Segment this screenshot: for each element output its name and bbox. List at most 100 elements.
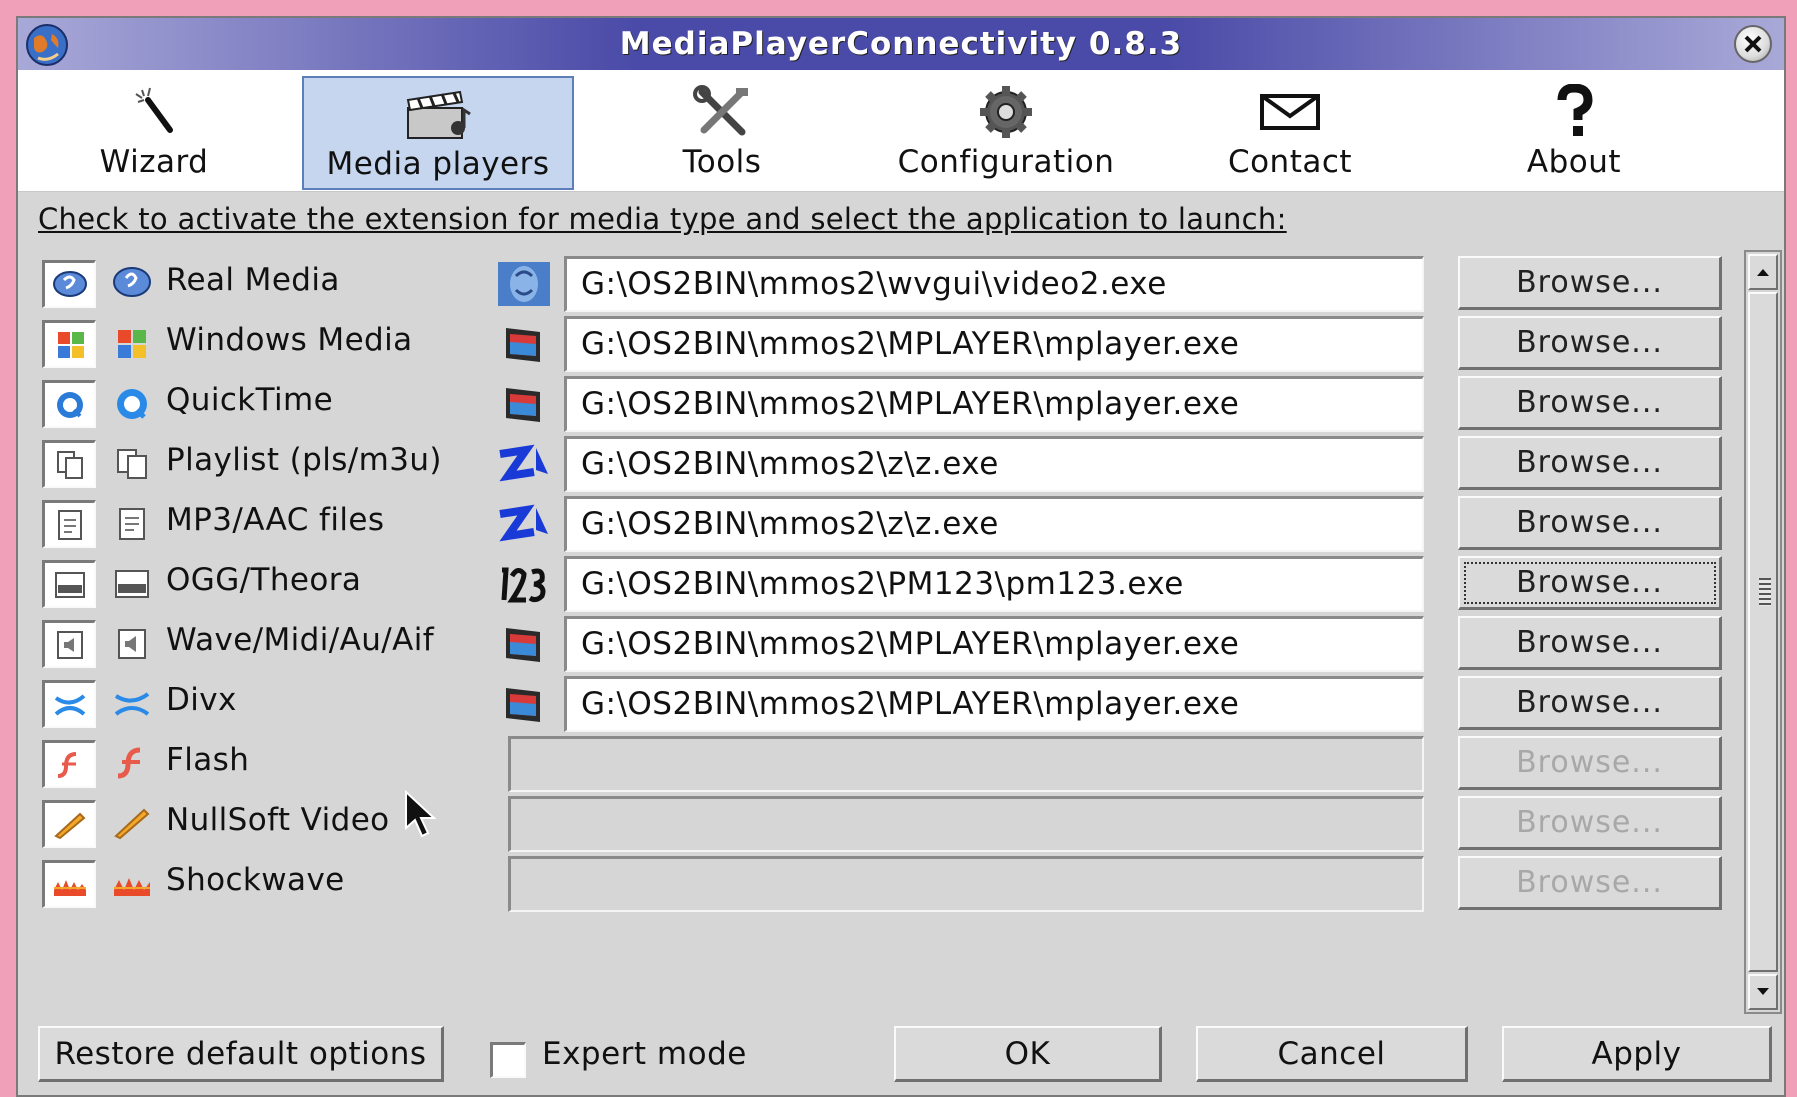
- divx-icon: [114, 692, 150, 716]
- gear-icon: [980, 86, 1032, 138]
- vertical-scrollbar[interactable]: [1744, 250, 1782, 1014]
- browse-button[interactable]: Browse...: [1458, 736, 1722, 790]
- tools-icon: [693, 85, 748, 136]
- restore-defaults-button[interactable]: Restore default options: [38, 1026, 444, 1082]
- mp3-icon: [57, 509, 82, 540]
- envelope-icon: [1260, 94, 1320, 130]
- expert-mode-checkbox[interactable]: [490, 1042, 526, 1078]
- tab-wizard[interactable]: Wizard: [18, 76, 290, 190]
- nullsoft-icon: [114, 808, 150, 840]
- quicktime-icon: [117, 389, 147, 419]
- application-path-input[interactable]: G:\OS2BIN\mmos2\z\z.exe: [564, 436, 1424, 492]
- media-type-label: Playlist (pls/m3u): [166, 442, 442, 478]
- media-row-flash: Flash Browse...: [18, 734, 1738, 794]
- media-row-real-media: Real Media G:\OS2BIN\mmos2\wvgui\video2.…: [18, 254, 1738, 314]
- browse-button[interactable]: Browse...: [1458, 256, 1722, 310]
- nullsoft-icon: [53, 812, 85, 839]
- application-path-input[interactable]: G:\OS2BIN\mmos2\wvgui\video2.exe: [564, 256, 1424, 312]
- tab-about[interactable]: About: [1438, 76, 1710, 190]
- application-path-input[interactable]: G:\OS2BIN\mmos2\MPLAYER\mplayer.exe: [564, 676, 1424, 732]
- windows-media-icon: [57, 331, 84, 358]
- question-icon: [1557, 84, 1593, 136]
- media-type-label: Flash: [166, 742, 250, 778]
- quicktime-icon: [56, 391, 83, 418]
- tab-label: Contact: [1227, 144, 1353, 180]
- mplayer-app-icon: [506, 628, 540, 662]
- media-type-label: QuickTime: [166, 382, 334, 418]
- browse-button[interactable]: Browse...: [1458, 316, 1722, 370]
- media-row-wave-midi: Wave/Midi/Au/Aif G:\OS2BIN\mmos2\MPLAYER…: [18, 614, 1738, 674]
- browse-button[interactable]: Browse...: [1458, 556, 1722, 610]
- grip-icon: [1759, 578, 1771, 606]
- close-button[interactable]: [1734, 25, 1772, 63]
- flash-icon: [117, 747, 141, 779]
- media-row-shockwave: Shockwave Browse...: [18, 854, 1738, 914]
- shockwave-icon: [114, 878, 150, 896]
- expert-mode-label: Expert mode: [542, 1036, 747, 1072]
- z-app-icon: [499, 504, 548, 542]
- enable-checkbox[interactable]: [42, 560, 96, 608]
- enable-checkbox[interactable]: [42, 320, 96, 368]
- media-row-windows-media: Windows Media G:\OS2BIN\mmos2\MPLAYER\mp…: [18, 314, 1738, 374]
- enable-checkbox[interactable]: [42, 260, 96, 308]
- enable-checkbox[interactable]: [42, 860, 96, 908]
- browse-button[interactable]: Browse...: [1458, 796, 1722, 850]
- enable-checkbox[interactable]: [42, 680, 96, 728]
- window-title: MediaPlayerConnectivity 0.8.3: [619, 26, 1183, 62]
- tab-label: Media players: [326, 146, 550, 182]
- application-path-input[interactable]: G:\OS2BIN\mmos2\MPLAYER\mplayer.exe: [564, 376, 1424, 432]
- windows-media-icon: [118, 330, 146, 358]
- video2-app-icon: [498, 262, 550, 306]
- application-path-input[interactable]: [508, 856, 1424, 912]
- browse-button[interactable]: Browse...: [1458, 496, 1722, 550]
- flash-icon: [57, 751, 76, 778]
- media-type-label: Windows Media: [166, 322, 413, 358]
- tab-media-players[interactable]: Media players: [302, 76, 574, 190]
- close-icon: [1744, 35, 1762, 53]
- wave-icon: [118, 629, 146, 659]
- enable-checkbox[interactable]: [42, 740, 96, 788]
- media-row-divx: Divx G:\OS2BIN\mmos2\MPLAYER\mplayer.exe…: [18, 674, 1738, 734]
- cancel-button[interactable]: Cancel: [1196, 1026, 1468, 1082]
- browse-button[interactable]: Browse...: [1458, 676, 1722, 730]
- browse-button[interactable]: Browse...: [1458, 856, 1722, 910]
- globe-icon: [26, 24, 68, 66]
- application-path-input[interactable]: [508, 736, 1424, 792]
- tab-tools[interactable]: Tools: [586, 76, 858, 190]
- ogg-icon: [54, 571, 85, 598]
- browse-button[interactable]: Browse...: [1458, 436, 1722, 490]
- enable-checkbox[interactable]: [42, 380, 96, 428]
- media-type-label: OGG/Theora: [166, 562, 362, 598]
- mp3-icon: [119, 508, 145, 540]
- media-type-label: Divx: [166, 682, 237, 718]
- browse-button[interactable]: Browse...: [1458, 616, 1722, 670]
- application-path-input[interactable]: G:\OS2BIN\mmos2\MPLAYER\mplayer.exe: [564, 316, 1424, 372]
- tab-configuration[interactable]: Configuration: [870, 76, 1142, 190]
- browse-button[interactable]: Browse...: [1458, 376, 1722, 430]
- playlist-icon: [117, 449, 147, 479]
- arrow-down-icon: [1757, 988, 1769, 995]
- apply-button[interactable]: Apply: [1502, 1026, 1772, 1082]
- realmedia-icon: [113, 267, 151, 297]
- application-path-input[interactable]: [508, 796, 1424, 852]
- enable-checkbox[interactable]: [42, 620, 96, 668]
- tab-contact[interactable]: Contact: [1154, 76, 1426, 190]
- application-path-input[interactable]: G:\OS2BIN\mmos2\MPLAYER\mplayer.exe: [564, 616, 1424, 672]
- clapperboard-icon: [406, 90, 471, 139]
- media-type-label: Real Media: [166, 262, 340, 298]
- enable-checkbox[interactable]: [42, 440, 96, 488]
- media-row-nullsoft-video: NullSoft Video Browse...: [18, 794, 1738, 854]
- mplayer-app-icon: [506, 388, 540, 422]
- enable-checkbox[interactable]: [42, 500, 96, 548]
- scrollbar-thumb[interactable]: [1748, 292, 1778, 972]
- media-type-label: MP3/AAC files: [166, 502, 385, 538]
- application-path-input[interactable]: G:\OS2BIN\mmos2\PM123\pm123.exe: [564, 556, 1424, 612]
- application-path-input[interactable]: G:\OS2BIN\mmos2\z\z.exe: [564, 496, 1424, 552]
- scroll-down-button[interactable]: [1748, 974, 1778, 1010]
- tab-label: Tools: [682, 144, 762, 180]
- enable-checkbox[interactable]: [42, 800, 96, 848]
- mplayer-app-icon: [506, 688, 540, 722]
- ok-button[interactable]: OK: [894, 1026, 1162, 1082]
- title-bar[interactable]: MediaPlayerConnectivity 0.8.3: [18, 18, 1784, 70]
- scroll-up-button[interactable]: [1748, 254, 1778, 290]
